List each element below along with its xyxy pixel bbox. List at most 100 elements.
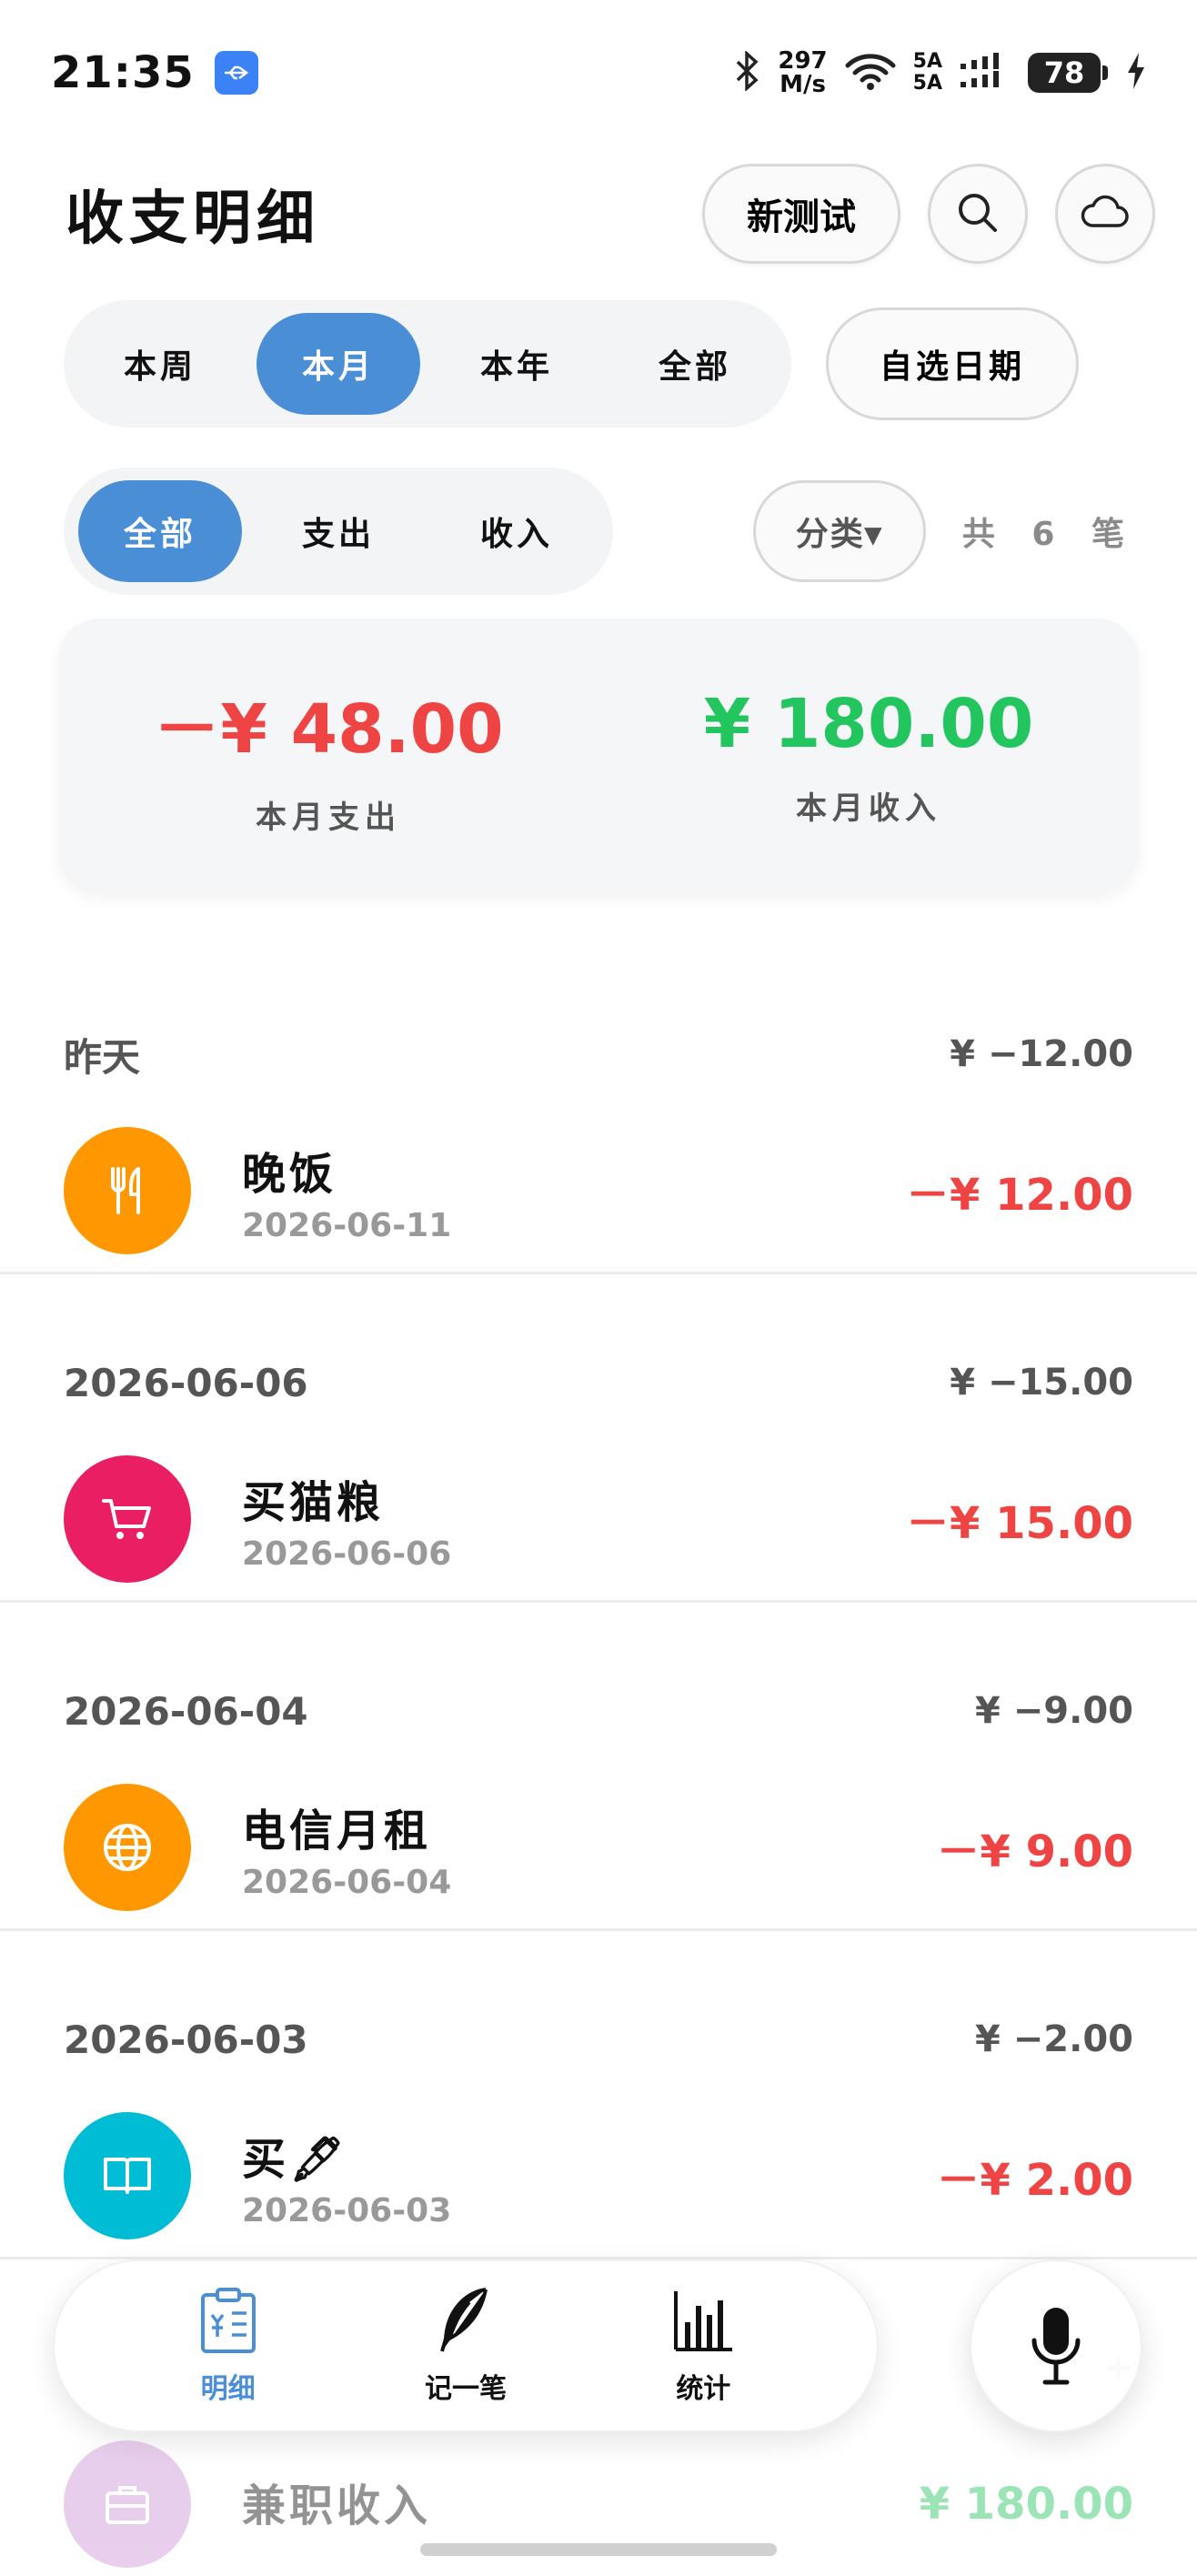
custom-date-button[interactable]: 自选日期 <box>826 307 1080 420</box>
signal-1-label: 5A <box>912 50 942 73</box>
tab-year[interactable]: 本年 <box>435 313 598 415</box>
briefcase-icon <box>64 2440 191 2568</box>
feather-icon <box>433 2286 498 2359</box>
nav-statistics-label: 统计 <box>676 2373 731 2405</box>
type-all[interactable]: 全部 <box>78 480 242 582</box>
nav-statistics[interactable]: 统计 <box>621 2286 785 2406</box>
transaction-title: 兼职收入 <box>242 2480 432 2531</box>
microphone-icon <box>1027 2304 1085 2389</box>
group-date: 昨天 <box>64 1034 141 1080</box>
transaction-date: 2026-06-06 <box>242 1535 452 1573</box>
income-label: 本月收入 <box>796 790 941 827</box>
date-group: 2026-06-03 ¥ −2.00 买🖋 2026-06-03 －¥ 2.00 <box>0 1931 1197 2259</box>
transaction-date: 2026-06-03 <box>242 2191 452 2229</box>
group-header: 2026-06-04 ¥ −9.00 <box>0 1603 1197 1772</box>
tab-all-time[interactable]: 全部 <box>613 313 777 415</box>
group-date: 2026-06-06 <box>64 1360 308 1405</box>
transaction-title: 晚饭 <box>242 1148 337 1200</box>
bottom-nav: 明细 记一笔 统计 <box>53 2259 879 2432</box>
bluetooth-icon <box>734 50 761 95</box>
home-indicator[interactable] <box>420 2543 777 2556</box>
cloud-sync-button[interactable] <box>1055 164 1155 264</box>
income-summary: ¥ 180.00 本月收入 <box>598 685 1139 828</box>
expense-total: －¥ 48.00 <box>153 690 504 769</box>
date-group: 昨天 ¥ −12.00 晚饭 2026-06-11 －¥ 12.00 <box>0 946 1197 1274</box>
transaction-text: 买猫粮 2026-06-06 <box>242 1466 906 1573</box>
nav-details[interactable]: 明细 <box>146 2286 310 2406</box>
battery-indicator: 78 <box>1028 53 1108 93</box>
group-total: ¥ −12.00 <box>950 1033 1133 1075</box>
group-total: ¥ −2.00 <box>975 2018 1133 2060</box>
net-speed-value: 297 <box>778 47 828 75</box>
date-group: 2026-06-06 ¥ −15.00 买猫粮 2026-06-06 －¥ 15… <box>0 1274 1197 1603</box>
header: 收支明细 新测试 <box>0 159 1197 268</box>
expense-summary: －¥ 48.00 本月支出 <box>58 675 598 837</box>
tab-month[interactable]: 本月 <box>256 313 420 415</box>
period-segment: 本周 本月 本年 全部 <box>64 300 791 428</box>
summary-card: －¥ 48.00 本月支出 ¥ 180.00 本月收入 <box>58 619 1139 893</box>
transaction-title: 买猫粮 <box>242 1476 385 1528</box>
group-header: 2026-06-03 ¥ −2.00 <box>0 1931 1197 2100</box>
header-actions: 新测试 <box>702 164 1155 264</box>
page-title: 收支明细 <box>65 186 320 253</box>
status-time: 21:35 <box>51 47 195 98</box>
nav-add-record[interactable]: 记一笔 <box>384 2286 548 2406</box>
transaction-text: 电信月租 2026-06-04 <box>242 1795 936 1901</box>
transaction-title: 电信月租 <box>242 1805 432 1857</box>
type-segment: 全部 支出 收入 <box>64 468 613 595</box>
tab-week[interactable]: 本周 <box>78 313 242 415</box>
transaction-row[interactable]: 买猫粮 2026-06-06 －¥ 15.00 <box>0 1444 1197 1595</box>
transaction-amount: －¥ 12.00 <box>906 1170 1133 1221</box>
group-date: 2026-06-04 <box>64 1688 308 1734</box>
transaction-amount: －¥ 15.00 <box>906 1498 1133 1549</box>
type-row: 全部 支出 收入 分类▾ 共 6 笔 <box>64 468 1137 595</box>
signal-icon <box>959 51 1011 95</box>
transaction-text: 晚饭 2026-06-11 <box>242 1138 906 1244</box>
transaction-amount: －¥ 9.00 <box>936 1826 1133 1877</box>
transaction-row[interactable]: 晚饭 2026-06-11 －¥ 12.00 <box>0 1115 1197 1266</box>
signal-2-label: 5A <box>912 72 942 95</box>
status-left: 21:35 <box>51 47 258 98</box>
status-right: 297 M/s 5A 5A 78 <box>734 49 1146 96</box>
transaction-amount: －¥ 2.00 <box>936 2155 1133 2206</box>
net-speed: 297 M/s <box>778 49 827 96</box>
transaction-text: 兼职收入 <box>242 2470 920 2539</box>
search-button[interactable] <box>928 164 1028 264</box>
income-total: ¥ 180.00 <box>703 684 1034 763</box>
type-expense[interactable]: 支出 <box>256 480 420 582</box>
transaction-text: 买🖋 2026-06-03 <box>242 2123 936 2229</box>
group-total: ¥ −9.00 <box>975 1690 1133 1732</box>
transaction-date: 2026-06-11 <box>242 1206 452 1244</box>
usb-icon <box>214 51 258 95</box>
period-row: 本周 本月 本年 全部 自选日期 <box>64 300 1137 428</box>
clipboard-icon <box>196 2286 261 2359</box>
expense-label: 本月支出 <box>256 800 401 836</box>
globe-icon <box>64 1784 191 1911</box>
cloud-icon <box>1080 195 1131 234</box>
charging-icon <box>1126 53 1146 93</box>
category-filter-button[interactable]: 分类▾ <box>752 480 926 582</box>
net-speed-unit: M/s <box>780 71 826 98</box>
transaction-row[interactable]: 买🖋 2026-06-03 －¥ 2.00 <box>0 2100 1197 2251</box>
date-group: 2026-06-04 ¥ −9.00 电信月租 2026-06-04 －¥ 9.… <box>0 1603 1197 1931</box>
status-bar: 21:35 297 M/s 5A 5A 78 <box>0 0 1197 146</box>
group-header: 昨天 ¥ −12.00 <box>0 946 1197 1115</box>
voice-input-button[interactable] <box>970 2259 1142 2432</box>
group-total: ¥ −15.00 <box>950 1362 1133 1404</box>
book-icon <box>64 2112 191 2239</box>
type-all-label: 全部 <box>78 480 242 582</box>
transaction-amount: ¥ 180.00 <box>919 2479 1133 2530</box>
cart-icon <box>64 1455 191 1583</box>
transaction-row[interactable]: 电信月租 2026-06-04 －¥ 9.00 <box>0 1772 1197 1923</box>
group-header: 2026-06-06 ¥ −15.00 <box>0 1274 1197 1444</box>
book-switch-button[interactable]: 新测试 <box>702 164 900 264</box>
utensils-icon <box>64 1127 191 1254</box>
wifi-icon <box>844 51 897 95</box>
bar-chart-icon <box>670 2286 736 2359</box>
nav-details-label: 明细 <box>200 2373 256 2405</box>
search-icon <box>955 190 1001 238</box>
transaction-title: 买🖋 <box>242 2133 348 2185</box>
signal-labels: 5A 5A <box>913 51 942 95</box>
record-count: 共 6 笔 <box>961 516 1137 553</box>
type-income[interactable]: 收入 <box>435 480 598 582</box>
